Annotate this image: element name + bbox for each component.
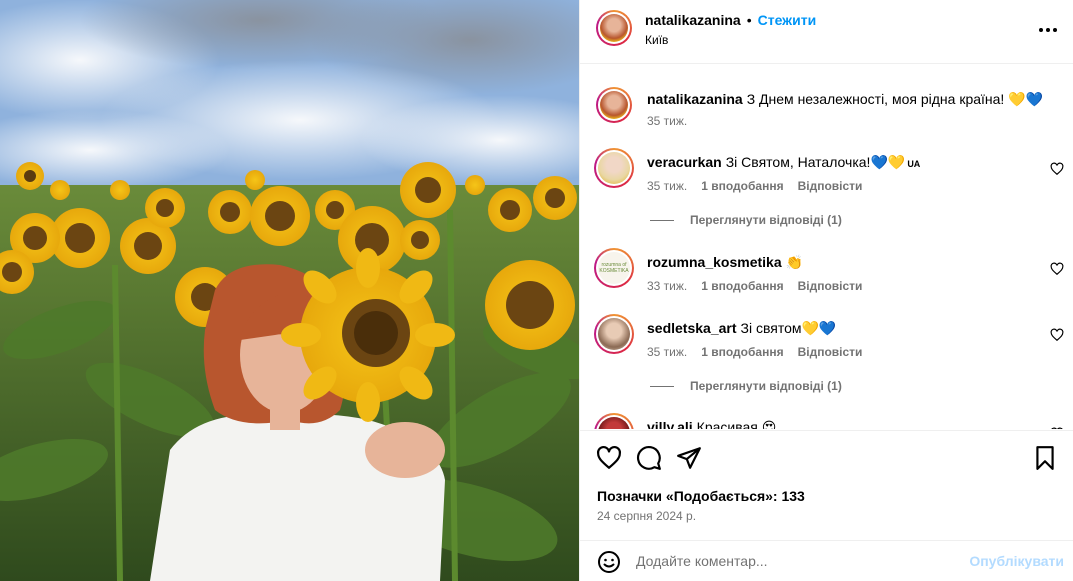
share-icon[interactable]	[676, 445, 702, 471]
comment-avatar[interactable]	[594, 314, 634, 354]
caption-text: З Днем незалежності, моя рідна країна!	[746, 91, 1005, 107]
comment-icon[interactable]	[636, 445, 662, 471]
comment-text: Красивая	[696, 419, 758, 429]
author-username[interactable]: natalikazanina	[645, 12, 741, 28]
post-location[interactable]: Київ	[645, 33, 668, 47]
bookmark-icon[interactable]	[1032, 445, 1058, 471]
post-header: natalikazanina • Стежити Київ	[580, 0, 1073, 64]
likes-count[interactable]: Позначки «Подобається»: 133	[597, 488, 805, 504]
like-comment-heart-icon[interactable]	[1050, 328, 1064, 342]
post-photo[interactable]	[0, 0, 579, 581]
comment-username[interactable]: villy.ali	[647, 419, 693, 429]
like-comment-heart-icon[interactable]	[1050, 427, 1064, 429]
add-comment-bar: Опублікувати	[580, 540, 1073, 581]
view-replies-button[interactable]: Переглянути відповіді (1)	[650, 379, 842, 393]
comments-list[interactable]: natalikazanina З Днем незалежності, моя р…	[580, 65, 1073, 429]
comment-emoji: 😍	[761, 419, 777, 429]
comment-likes[interactable]: 1 вподобання	[701, 345, 783, 359]
view-replies-button[interactable]: Переглянути відповіді (1)	[650, 213, 842, 227]
comment-time[interactable]: 35 тиж.	[647, 179, 687, 193]
separator-dot: •	[746, 12, 752, 28]
sunflower-field-image	[0, 0, 579, 581]
comment-emoji: 💙💛	[870, 154, 906, 170]
comment-avatar[interactable]	[594, 148, 634, 188]
comment-likes[interactable]: 1 вподобання	[701, 279, 783, 293]
like-comment-heart-icon[interactable]	[1050, 162, 1064, 176]
follow-button[interactable]: Стежити	[758, 12, 817, 28]
caption-username[interactable]: natalikazanina	[647, 91, 743, 107]
post-details-panel: natalikazanina • Стежити Київ natalikazani…	[579, 0, 1073, 581]
comment-likes[interactable]: 1 вподобання	[701, 179, 783, 193]
comment-avatar[interactable]	[594, 413, 634, 429]
comment-text: Зі Святом, Наталочка!	[725, 154, 871, 170]
comment-time[interactable]: 35 тиж.	[647, 345, 687, 359]
comment-emoji: 👏	[785, 254, 804, 270]
comment-input[interactable]	[636, 549, 966, 573]
reply-button[interactable]: Відповісти	[798, 345, 863, 359]
reply-button[interactable]: Відповісти	[798, 279, 863, 293]
ua-flag: UA	[907, 159, 921, 169]
emoji-icon[interactable]	[597, 550, 621, 574]
reply-button[interactable]: Відповісти	[798, 179, 863, 193]
caption-avatar[interactable]	[596, 87, 632, 123]
comment-username[interactable]: veracurkan	[647, 154, 722, 170]
comment-text: Зі святом	[740, 320, 802, 336]
comment-username[interactable]: sedletska_art	[647, 320, 737, 336]
comment-username[interactable]: rozumna_kosmetika	[647, 254, 782, 270]
caption-emoji: 💛💙	[1008, 91, 1044, 107]
author-avatar[interactable]	[596, 10, 632, 46]
comment-avatar[interactable]: rozumna of KOSMETIKA	[594, 248, 634, 288]
comment-time[interactable]: 33 тиж.	[647, 279, 687, 293]
publish-button[interactable]: Опублікувати	[969, 553, 1064, 569]
more-icon[interactable]	[1036, 18, 1060, 42]
comment-emoji: 💛💙	[801, 320, 837, 336]
like-comment-heart-icon[interactable]	[1050, 262, 1064, 276]
post-actions: Позначки «Подобається»: 133 24 серпня 20…	[580, 430, 1073, 540]
post-date[interactable]: 24 серпня 2024 р.	[597, 509, 696, 523]
caption-time[interactable]: 35 тиж.	[647, 114, 687, 128]
heart-icon[interactable]	[596, 445, 622, 471]
